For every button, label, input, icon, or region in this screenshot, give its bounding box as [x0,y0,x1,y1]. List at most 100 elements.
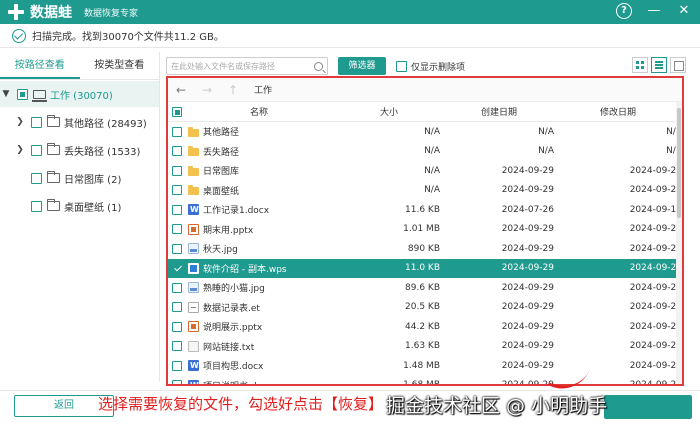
file-list-panel: ← → ↑ 工作 名称 大小 创建日期 修改日期 其他路径 N/A N/A N/A 丢失… [166,76,684,386]
forward-arrow-icon[interactable]: → [194,83,220,97]
table-row[interactable]: 日常图库 N/A 2024-09-29 2024-09-29 [168,161,682,181]
scrollbar-thumb[interactable] [677,108,681,218]
minimize-button[interactable]: — [646,3,662,19]
row-checkbox[interactable] [172,341,182,352]
tree-item-other-paths[interactable]: ❯ 其他路径 (28493) [0,109,159,135]
file-size: 11.6 KB [405,204,440,215]
table-row[interactable]: 数据记录表.et 20.5 KB 2024-09-29 2024-09-29 [168,298,682,318]
help-icon[interactable]: ? [616,3,632,19]
column-created[interactable]: 创建日期 [444,105,554,118]
row-checkbox[interactable] [172,380,182,384]
row-checkbox[interactable] [172,302,182,313]
file-created-date: 2024-09-29 [501,185,554,196]
file-name: 丢失路径 [203,147,240,158]
grid-view-icon[interactable] [632,57,648,73]
file-modified-date: 2024-09-29 [629,341,682,352]
row-checkbox[interactable] [172,126,182,137]
folder-icon [47,143,60,155]
caret-right-icon[interactable]: ❯ [14,117,26,127]
column-size[interactable]: 大小 [334,105,444,118]
file-created-date: 2024-09-29 [501,302,554,313]
row-checkbox[interactable] [172,321,182,332]
tree-checkbox[interactable] [31,172,42,184]
wps-file-icon [188,262,199,274]
folder-file-icon [188,165,199,176]
detail-view-icon[interactable] [670,57,686,73]
row-checkbox[interactable] [172,360,182,371]
tree-item-wallpaper[interactable]: 桌面壁纸 (1) [0,193,159,219]
column-modified[interactable]: 修改日期 [554,105,682,118]
breadcrumb[interactable]: 工作 [254,83,272,96]
tree-label: 丢失路径 (1533) [64,146,141,158]
tree-item-gallery[interactable]: 日常图库 (2) [0,165,159,191]
tree-checkbox[interactable] [17,88,28,100]
tab-by-type[interactable]: 按类型查看 [80,52,160,79]
row-checkbox[interactable] [172,204,182,215]
row-checkbox[interactable] [172,243,182,254]
file-created-date: N/A [538,146,554,157]
back-arrow-icon[interactable]: ← [168,83,194,97]
file-size: 20.5 KB [405,302,440,313]
table-row[interactable]: 期末用.pptx 1.01 MB 2024-09-29 2024-09-29 [168,220,682,240]
row-checkbox[interactable] [172,146,182,157]
table-row[interactable]: 桌面壁纸 N/A 2024-09-29 2024-09-29 [168,181,682,201]
folder-file-icon [188,126,199,137]
file-created-date: 2024-09-29 [501,321,554,332]
row-checkbox[interactable] [172,224,182,235]
row-checkbox[interactable] [172,263,182,274]
view-toggle-group [632,57,686,73]
table-row[interactable]: 项目说明书.docx1.68 MB2024-09-292024-09-29 [168,376,682,384]
file-size: 89.6 KB [405,282,440,293]
watermark-text: 掘金技术社区 @ 小明助手 [386,395,608,417]
only-deleted-toggle[interactable]: 仅显示删除项 [396,60,465,73]
table-row[interactable]: 软件介绍 - 副本.wps 11.0 KB 2024-09-29 2024-09-29 [168,258,682,278]
search-input[interactable] [171,61,314,71]
file-created-date: 2024-09-29 [501,165,554,176]
tree-item-lost-paths[interactable]: ❯ 丢失路径 (1533) [0,137,159,163]
file-modified-date: N/A [666,126,682,137]
row-checkbox[interactable] [172,185,182,196]
row-checkbox[interactable] [172,165,182,176]
caret-down-icon[interactable]: ▼ [0,89,12,99]
file-size: 890 KB [407,243,440,254]
tab-by-path[interactable]: 按路径查看 [0,52,80,79]
close-button[interactable]: ✕ [676,3,692,19]
recover-button[interactable] [604,395,692,419]
search-box[interactable] [166,57,328,75]
table-row[interactable]: 熟睡的小猫.jpg 89.6 KB 2024-09-29 2024-09-29 [168,278,682,298]
list-view-icon[interactable] [651,57,667,73]
file-name: 熟睡的小猫.jpg [203,284,265,295]
table-row[interactable]: 说明展示.pptx 44.2 KB 2024-09-29 2024-09-29 [168,317,682,337]
tree-checkbox[interactable] [31,200,42,212]
table-row[interactable]: 其他路径 N/A N/A N/A [168,122,682,142]
docx-file-icon [188,204,199,216]
only-deleted-checkbox[interactable] [396,60,407,72]
file-modified-date: 2024-09-11 [629,204,682,215]
pptx-file-icon [188,223,199,235]
table-row[interactable]: 秋天.jpg 890 KB 2024-09-29 2024-09-29 [168,239,682,259]
caret-right-icon[interactable]: ❯ [14,145,26,155]
vertical-scrollbar[interactable] [676,102,682,384]
tree-item-root[interactable]: ▼ 工作 (30070) [0,81,159,107]
file-created-date: 2024-07-26 [501,204,554,215]
table-row[interactable]: 项目构思.docx1.48 MB2024-09-292024-09-29 [168,356,682,376]
file-name: 期末用.pptx [203,225,254,236]
row-checkbox[interactable] [172,282,182,293]
file-size: N/A [424,185,440,196]
select-all-checkbox[interactable] [172,106,182,117]
table-row[interactable]: 丢失路径 N/A N/A N/A [168,142,682,162]
filter-button[interactable]: 筛选器 [338,57,386,75]
up-arrow-icon[interactable]: ↑ [220,83,246,97]
folder-file-icon [188,146,199,157]
app-logo-icon [8,4,24,20]
file-name: 桌面壁纸 [203,186,240,197]
column-name[interactable]: 名称 [184,105,334,118]
drive-icon [32,89,47,102]
file-created-date: 2024-09-29 [501,341,554,352]
search-icon[interactable] [314,61,323,71]
table-row[interactable]: 工作记录1.docx 11.6 KB 2024-07-26 2024-09-11 [168,200,682,220]
tree-checkbox[interactable] [31,144,42,156]
table-row[interactable]: 网站链接.txt 1.63 KB 2024-09-29 2024-09-29 [168,337,682,357]
tree-checkbox[interactable] [31,116,42,128]
file-size: 1.48 MB [403,360,440,371]
